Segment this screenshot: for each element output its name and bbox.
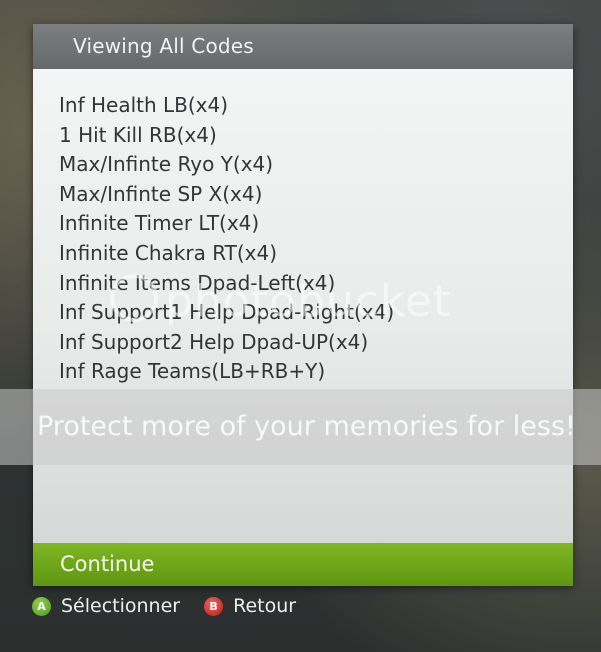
code-item: Infinite Timer LT(x4) <box>59 211 260 236</box>
dialog-body: Inf Health LB(x4) 1 Hit Kill RB(x4) Max/… <box>33 69 573 543</box>
select-hint-label: Sélectionner <box>61 595 181 617</box>
dialog-title: Viewing All Codes <box>33 24 573 69</box>
code-item: Infinite Chakra RT(x4) <box>59 240 278 265</box>
back-hint[interactable]: B Retour <box>204 595 296 617</box>
codes-dialog: Viewing All Codes Inf Health LB(x4) 1 Hi… <box>33 24 573 586</box>
code-item: Inf Support2 Help Dpad-UP(x4) <box>59 329 369 354</box>
code-item: Inf Support1 Help Dpad-Right(x4) <box>59 300 395 325</box>
back-hint-label: Retour <box>233 595 297 617</box>
code-item: Infinite Items Dpad-Left(x4) <box>59 270 336 295</box>
select-hint[interactable]: A Sélectionner <box>32 595 180 617</box>
code-item: Inf Rage Teams(LB+RB+Y) <box>59 359 326 384</box>
code-item: Max/Infinte SP X(x4) <box>59 181 263 206</box>
button-hints: A Sélectionner B Retour <box>32 594 320 618</box>
code-list: Inf Health LB(x4) 1 Hit Kill RB(x4) Max/… <box>59 91 394 387</box>
b-button-icon: B <box>204 596 224 616</box>
continue-button[interactable]: Continue <box>33 543 573 586</box>
code-item: 1 Hit Kill RB(x4) <box>59 122 217 147</box>
a-button-icon: A <box>32 596 51 616</box>
code-item: Inf Health LB(x4) <box>59 93 229 117</box>
code-item: Max/Infinte Ryo Y(x4) <box>59 152 274 177</box>
